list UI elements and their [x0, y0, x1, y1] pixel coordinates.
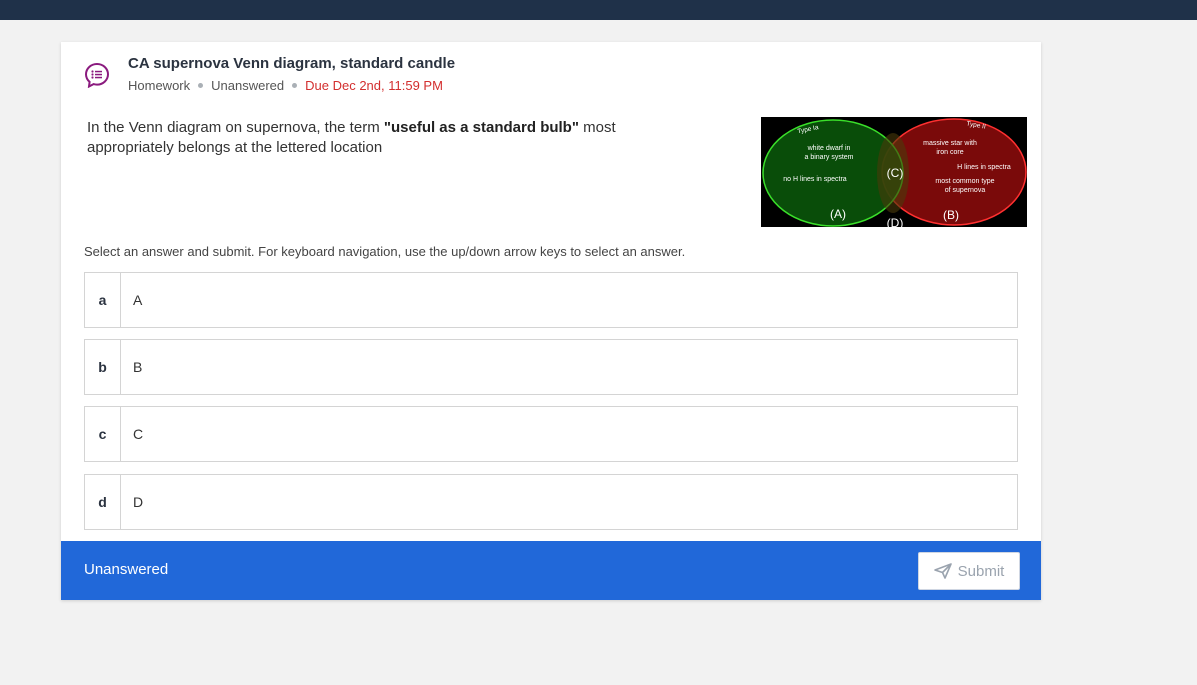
- answer-status: Unanswered: [211, 78, 285, 93]
- venn-marker-a: (A): [830, 207, 846, 221]
- question-meta: Homework Unanswered Due Dec 2nd, 11:59 P…: [128, 78, 443, 93]
- venn-left-text-2: a binary system: [804, 154, 853, 161]
- separator-dot: [292, 83, 298, 88]
- separator-dot: [198, 83, 204, 88]
- answer-choice-b[interactable]: b B: [84, 339, 1018, 395]
- choice-letter: c: [85, 407, 121, 461]
- venn-left-text-3: no H lines in spectra: [783, 176, 847, 183]
- choice-text: A: [133, 292, 143, 308]
- choice-letter: a: [85, 273, 121, 327]
- submit-label: Submit: [957, 562, 1005, 580]
- venn-left-text-1: white dwarf in: [807, 145, 851, 152]
- top-navigation-bar: [0, 0, 1197, 20]
- prompt-text-start: In the Venn diagram on supernova, the te…: [87, 119, 384, 136]
- question-bubble-icon: [84, 62, 110, 88]
- answer-choice-d[interactable]: d D: [84, 474, 1018, 530]
- assignment-type: Homework: [128, 78, 191, 93]
- choice-letter: b: [85, 340, 121, 394]
- venn-right-text-1: massive star with: [923, 140, 977, 147]
- venn-marker-b: (B): [943, 208, 959, 222]
- question-title: CA supernova Venn diagram, standard cand…: [128, 55, 456, 72]
- prompt-emphasis: "useful as a standard bulb": [383, 119, 579, 136]
- supernova-venn-diagram: Type Ia Type II white dwarf in a binary …: [761, 117, 1027, 227]
- venn-right-text-2: iron core: [936, 149, 963, 156]
- venn-right-text-5: of supernova: [945, 187, 986, 194]
- paper-plane-icon: [933, 563, 952, 579]
- footer-status: Unanswered: [84, 561, 169, 578]
- answer-instructions: Select an answer and submit. For keyboar…: [84, 244, 686, 259]
- venn-right-text-3: H lines in spectra: [957, 164, 1011, 171]
- answer-choice-c[interactable]: c C: [84, 406, 1018, 462]
- choice-text: D: [133, 494, 144, 510]
- venn-right-text-4: most common type: [935, 178, 994, 185]
- venn-marker-d: (D): [887, 216, 904, 227]
- question-prompt: In the Venn diagram on supernova, the te…: [87, 118, 647, 158]
- venn-marker-c: (C): [887, 166, 904, 180]
- submit-button[interactable]: Submit: [918, 552, 1020, 590]
- due-date: Due Dec 2nd, 11:59 PM: [305, 78, 443, 93]
- choice-text: C: [133, 426, 144, 442]
- question-footer: Unanswered Submit: [61, 541, 1041, 600]
- question-card: CA supernova Venn diagram, standard cand…: [61, 42, 1041, 600]
- choice-text: B: [133, 359, 143, 375]
- choice-letter: d: [85, 475, 121, 529]
- answer-choice-a[interactable]: a A: [84, 272, 1018, 328]
